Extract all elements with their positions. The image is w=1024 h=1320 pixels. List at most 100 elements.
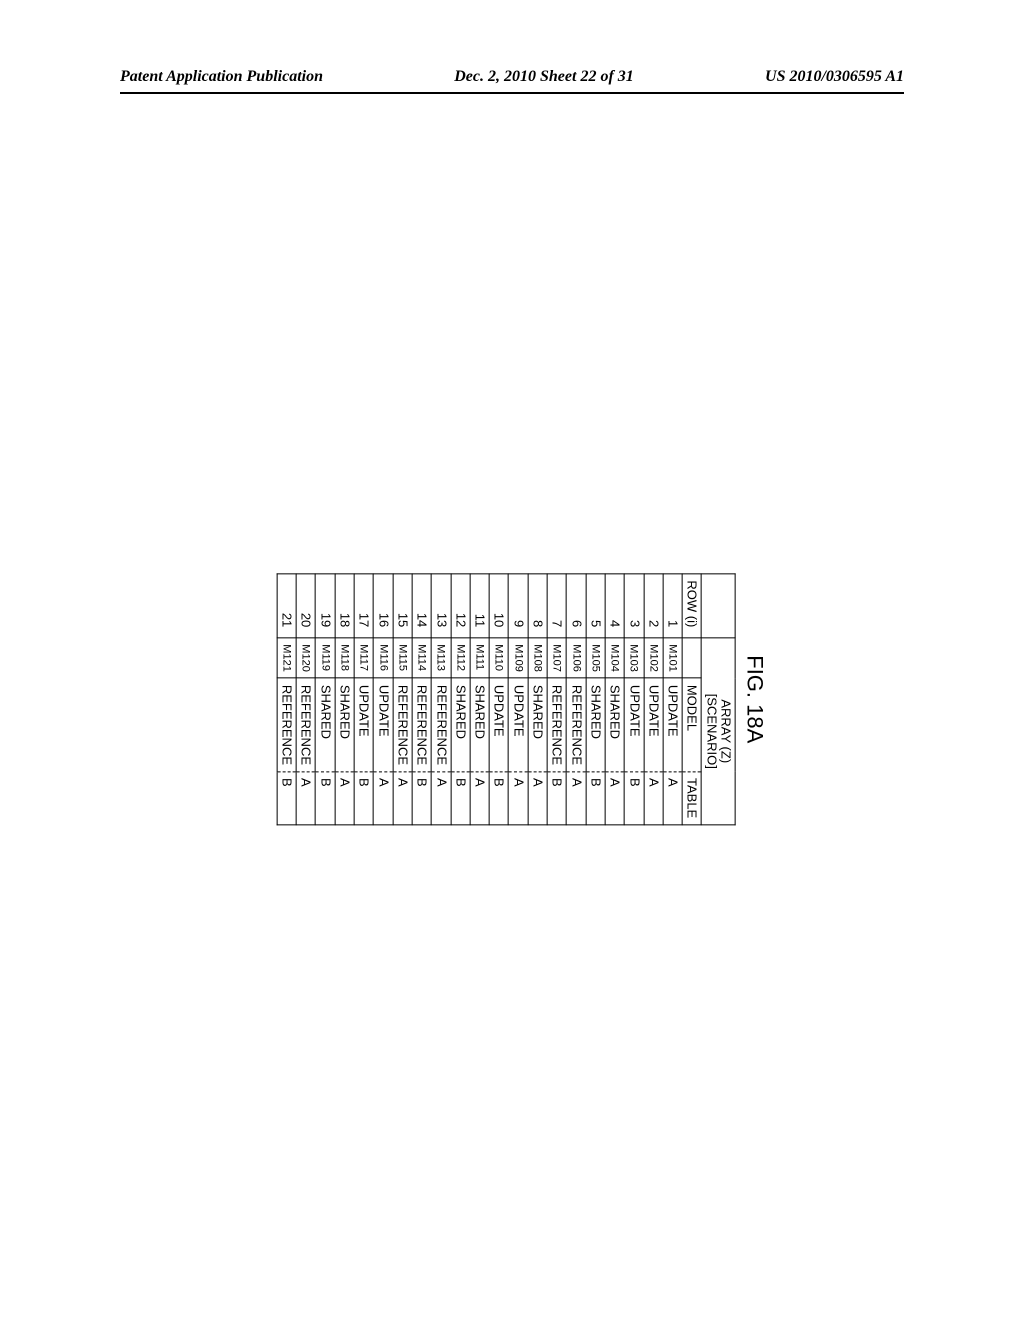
cell-model: REFERENCE (277, 678, 296, 771)
cell-table: B (624, 772, 643, 825)
cell-mid: M115 (393, 638, 412, 679)
cell-model: REFERENCE (393, 678, 412, 771)
table-row: 9M109UPDATEA (509, 574, 528, 825)
figure-18a: FIG. 18A ARRAY (Z) [SCENARIO] ROW (i) MO… (277, 573, 768, 825)
cell-model: UPDATE (373, 678, 392, 771)
cell-mid: M113 (431, 638, 450, 679)
header-model: MODEL (682, 678, 701, 771)
cell-mid: M110 (489, 638, 508, 679)
cell-model: REFERENCE (566, 678, 585, 771)
cell-model: UPDATE (509, 678, 528, 771)
cell-mid: M120 (296, 638, 315, 679)
cell-row-index: 11 (470, 574, 489, 638)
cell-mid: M104 (605, 638, 624, 679)
cell-table: A (509, 772, 528, 825)
cell-model: REFERENCE (296, 678, 315, 771)
cell-row-index: 9 (509, 574, 528, 638)
table-row: 16M116UPDATEA (373, 574, 392, 825)
table-row: 1M101UPDATEA (663, 574, 682, 825)
table-row: 10M110UPDATEB (489, 574, 508, 825)
table-row: 17M117UPDATEB (354, 574, 373, 825)
table-row: 3M103UPDATEB (624, 574, 643, 825)
header-row-i: ROW (i) (682, 574, 701, 638)
cell-row-index: 5 (586, 574, 605, 638)
cell-mid: M108 (528, 638, 547, 679)
cell-mid: M121 (277, 638, 296, 679)
cell-table: A (566, 772, 585, 825)
table-row: 2M102UPDATEA (644, 574, 663, 825)
cell-model: SHARED (316, 678, 335, 771)
cell-mid: M101 (663, 638, 682, 679)
cell-mid: M107 (547, 638, 566, 679)
cell-model: SHARED (528, 678, 547, 771)
cell-row-index: 12 (451, 574, 470, 638)
cell-row-index: 15 (393, 574, 412, 638)
table-row: 4M104SHAREDA (605, 574, 624, 825)
cell-model: SHARED (451, 678, 470, 771)
cell-table: A (470, 772, 489, 825)
cell-mid: M105 (586, 638, 605, 679)
cell-mid: M117 (354, 638, 373, 679)
cell-table: A (644, 772, 663, 825)
cell-table: B (354, 772, 373, 825)
cell-table: B (277, 772, 296, 825)
header-blank-2 (682, 638, 701, 679)
cell-model: REFERENCE (547, 678, 566, 771)
cell-table: A (335, 772, 354, 825)
cell-model: SHARED (586, 678, 605, 771)
cell-table: A (605, 772, 624, 825)
table-row: 19M119SHAREDB (316, 574, 335, 825)
cell-mid: M106 (566, 638, 585, 679)
cell-model: SHARED (470, 678, 489, 771)
cell-mid: M102 (644, 638, 663, 679)
cell-row-index: 4 (605, 574, 624, 638)
table-row: 18M118SHAREDA (335, 574, 354, 825)
cell-table: A (393, 772, 412, 825)
header-scenario: ARRAY (Z) [SCENARIO] (702, 638, 736, 825)
cell-model: SHARED (605, 678, 624, 771)
table-row: 12M112SHAREDB (451, 574, 470, 825)
cell-mid: M116 (373, 638, 392, 679)
page-header: Patent Application Publication Dec. 2, 2… (0, 68, 1024, 86)
cell-row-index: 13 (431, 574, 450, 638)
cell-model: UPDATE (624, 678, 643, 771)
cell-row-index: 1 (663, 574, 682, 638)
table-row: 6M106REFERENCEA (566, 574, 585, 825)
cell-row-index: 18 (335, 574, 354, 638)
figure-label: FIG. 18A (742, 573, 768, 825)
cell-mid: M112 (451, 638, 470, 679)
cell-model: UPDATE (663, 678, 682, 771)
cell-mid: M118 (335, 638, 354, 679)
cell-model: UPDATE (489, 678, 508, 771)
cell-row-index: 6 (566, 574, 585, 638)
cell-mid: M109 (509, 638, 528, 679)
cell-table: A (663, 772, 682, 825)
cell-table: A (431, 772, 450, 825)
table-body: 1M101UPDATEA2M102UPDATEA3M103UPDATEB4M10… (277, 574, 682, 825)
table-row: 11M111SHAREDA (470, 574, 489, 825)
table-row: 13M113REFERENCEA (431, 574, 450, 825)
cell-table: B (316, 772, 335, 825)
table-row: 8M108SHAREDA (528, 574, 547, 825)
scenario-table: ARRAY (Z) [SCENARIO] ROW (i) MODEL TABLE… (277, 573, 736, 825)
cell-model: UPDATE (644, 678, 663, 771)
cell-mid: M111 (470, 638, 489, 679)
cell-mid: M103 (624, 638, 643, 679)
cell-mid: M119 (316, 638, 335, 679)
header-table: TABLE (682, 772, 701, 825)
cell-model: SHARED (335, 678, 354, 771)
cell-row-index: 8 (528, 574, 547, 638)
cell-model: REFERENCE (431, 678, 450, 771)
cell-table: B (489, 772, 508, 825)
header-blank-1 (702, 574, 736, 638)
cell-row-index: 10 (489, 574, 508, 638)
table-row: 21M121REFERENCEB (277, 574, 296, 825)
cell-row-index: 14 (412, 574, 431, 638)
cell-row-index: 21 (277, 574, 296, 638)
cell-model: UPDATE (354, 678, 373, 771)
cell-row-index: 20 (296, 574, 315, 638)
table-row: 20M120REFERENCEA (296, 574, 315, 825)
cell-row-index: 3 (624, 574, 643, 638)
cell-mid: M114 (412, 638, 431, 679)
cell-row-index: 16 (373, 574, 392, 638)
